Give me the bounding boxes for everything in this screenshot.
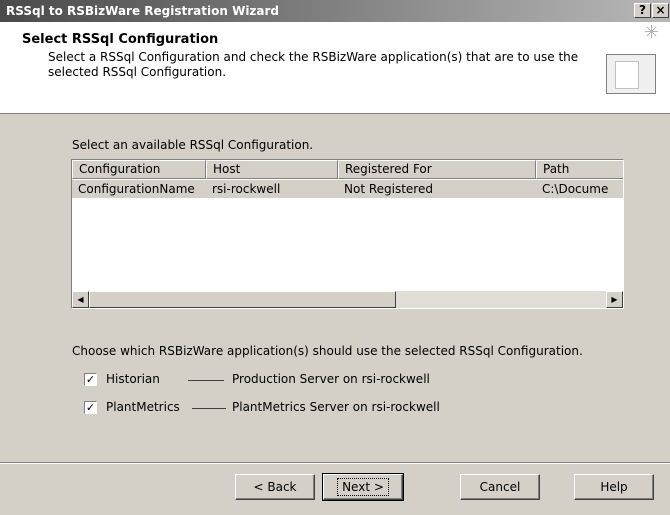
- historian-description: Production Server on rsi-rockwell: [232, 372, 430, 386]
- column-header-host[interactable]: Host: [206, 160, 338, 179]
- wizard-graphic-icon: [606, 54, 656, 94]
- scroll-left-icon[interactable]: ◀: [72, 291, 89, 308]
- cell-registered-for: Not Registered: [344, 182, 433, 196]
- cell-path: C:\Docume: [542, 182, 609, 196]
- column-header-path[interactable]: Path: [536, 160, 623, 179]
- window-title: RSSql to RSBizWare Registration Wizard: [6, 4, 280, 18]
- horizontal-scrollbar[interactable]: ◀ ▶: [72, 291, 623, 308]
- historian-checkbox[interactable]: ✓: [84, 373, 97, 386]
- scroll-right-icon[interactable]: ▶: [606, 291, 623, 308]
- next-button[interactable]: Next >: [322, 473, 404, 501]
- wizard-window: RSSql to RSBizWare Registration Wizard ?…: [0, 0, 670, 515]
- scrollbar-thumb[interactable]: [89, 291, 396, 308]
- page-title: Select RSSql Configuration: [22, 32, 219, 47]
- config-list-label: Select an available RSSql Configuration.: [72, 138, 314, 152]
- close-button[interactable]: ×: [652, 3, 669, 18]
- plantmetrics-label[interactable]: PlantMetrics: [106, 400, 180, 414]
- cell-configuration: ConfigurationName: [78, 182, 195, 196]
- back-button[interactable]: < Back: [235, 474, 315, 500]
- connector-line: [192, 408, 226, 409]
- help-title-button[interactable]: ?: [634, 3, 651, 18]
- plantmetrics-checkbox[interactable]: ✓: [84, 401, 97, 414]
- page-description: Select a RSSql Configuration and check t…: [48, 50, 579, 79]
- plantmetrics-description: PlantMetrics Server on rsi-rockwell: [232, 400, 440, 414]
- help-button[interactable]: Help: [574, 474, 654, 500]
- cancel-button[interactable]: Cancel: [460, 474, 540, 500]
- footer-divider: [0, 462, 670, 464]
- historian-label[interactable]: Historian: [106, 372, 160, 386]
- connector-line: [188, 380, 224, 381]
- column-header-registered-for[interactable]: Registered For: [338, 160, 536, 179]
- list-header: Configuration Host Registered For Path: [72, 160, 623, 179]
- title-bar[interactable]: RSSql to RSBizWare Registration Wizard ?…: [0, 0, 670, 22]
- wizard-header: Select RSSql Configuration Select a RSSq…: [0, 22, 670, 114]
- column-header-configuration[interactable]: Configuration: [72, 160, 206, 179]
- apps-label: Choose which RSBizWare application(s) sh…: [72, 344, 583, 358]
- table-row[interactable]: ConfigurationName rsi-rockwell Not Regis…: [72, 180, 623, 198]
- cell-host: rsi-rockwell: [212, 182, 281, 196]
- configuration-list[interactable]: Configuration Host Registered For Path C…: [71, 159, 624, 309]
- sparkle-icon: ✳: [644, 22, 660, 43]
- next-button-label: Next >: [337, 478, 389, 496]
